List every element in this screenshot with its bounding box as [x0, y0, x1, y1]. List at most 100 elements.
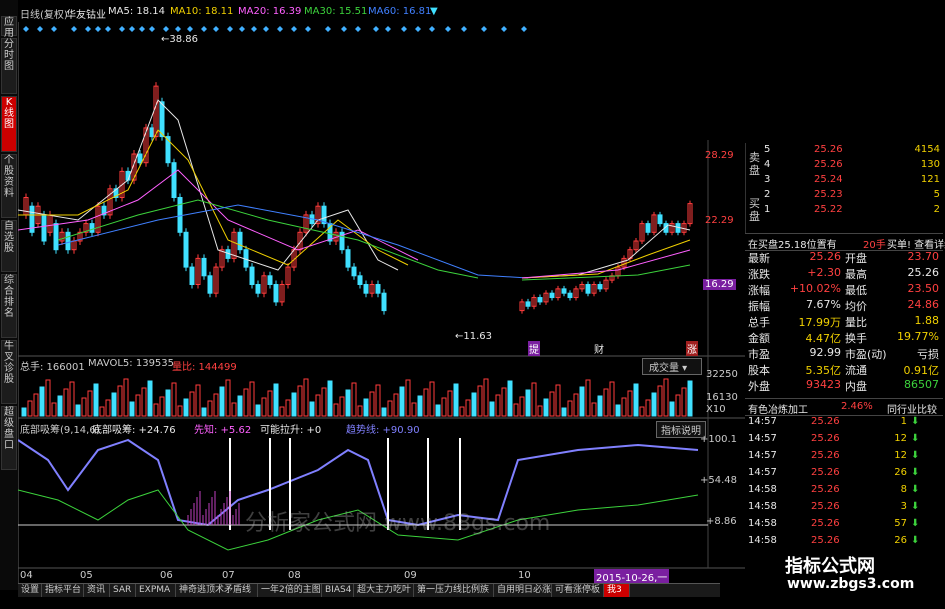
volume-bar — [687, 380, 693, 417]
kline-chart[interactable] — [18, 20, 745, 583]
candle-body — [249, 266, 255, 286]
volume-bar — [459, 406, 465, 417]
sector-compare-button[interactable]: 同行业比较 — [887, 401, 937, 416]
volume-bar — [153, 403, 159, 417]
ma30-value: MA30: 15.51 — [304, 6, 368, 17]
indicator-tab[interactable]: 设置 — [18, 584, 42, 597]
volume-bar — [147, 380, 153, 417]
candle-body — [363, 284, 369, 294]
indicator-tab[interactable]: 我3 — [604, 584, 630, 597]
period-label[interactable]: 日线(复权) — [20, 6, 68, 21]
tick-list[interactable]: 14:57 25.26 1 ⬇ 14:57 25.26 12 ⬇ 14:57 25.26 12 ⬇ 14… — [745, 416, 943, 548]
indicator-tab[interactable]: 神奇逃顶术矛盾线 — [176, 584, 258, 597]
marker-tag[interactable]: 提 — [528, 341, 540, 356]
signal-diamond-icon — [305, 26, 311, 32]
quote-value: +2.30 — [807, 266, 841, 279]
tick-volume: 12 — [894, 433, 907, 444]
signal-diamond-icon — [445, 26, 451, 32]
tab-kline[interactable]: K线图 — [1, 96, 17, 152]
candle-body — [375, 284, 381, 294]
candle-body — [597, 284, 603, 290]
tab-intraday[interactable]: 分时图 — [1, 38, 17, 94]
marker-tag[interactable]: 涨 — [686, 341, 698, 356]
signal-diamond-icon — [23, 26, 29, 32]
volume-bar — [345, 389, 351, 417]
volume-bar — [231, 402, 237, 417]
month-label: 09 — [404, 570, 417, 581]
tab-diagnose[interactable]: 牛叉诊股 — [1, 340, 17, 404]
volume-bar — [621, 397, 627, 417]
volume-tick: 16130 — [706, 392, 738, 403]
indicator-tab[interactable]: EXPMA — [136, 584, 176, 597]
volume-bar — [585, 379, 591, 417]
tab-watchlist[interactable]: 自选股 — [1, 220, 17, 272]
volume-bar — [81, 397, 87, 417]
volume-bar — [63, 388, 69, 417]
indicator-help-button[interactable]: 指标说明 — [656, 421, 706, 438]
volume-dropdown[interactable]: 成交量 ▾ — [642, 358, 703, 375]
indicator-v1: 底部吸筹: +24.76 — [92, 425, 176, 436]
indicator-tab[interactable]: 资讯 — [84, 584, 110, 597]
tick-time: 14:58 — [748, 518, 777, 529]
month-label: 06 — [160, 570, 173, 581]
candle-body — [201, 257, 207, 277]
volume-bar — [513, 403, 519, 417]
volume-bar — [273, 383, 279, 417]
indicator-tab[interactable]: 指标平台 — [42, 584, 84, 597]
quote-label: 均价 — [845, 300, 867, 313]
tab-apps[interactable]: 应用 — [1, 16, 17, 39]
volume-bar — [405, 379, 411, 417]
tab-ranking[interactable]: 综合排名 — [1, 274, 17, 338]
indicator-tab[interactable]: 自用明日必涨 — [494, 584, 552, 597]
indicator-tab[interactable]: 第一压力线比例族 — [414, 584, 494, 597]
down-arrow-icon: ⬇ — [911, 433, 920, 444]
month-label: 05 — [80, 570, 93, 581]
quote-value: 5.35亿 — [805, 364, 842, 377]
signal-diamond-icon — [429, 26, 435, 32]
volume-bar — [573, 393, 579, 417]
volume-bar — [243, 388, 249, 417]
stock-name: 华友钴业 — [66, 10, 106, 21]
order-detail-link[interactable]: 买单! 查看详细 — [887, 236, 945, 251]
volume-bar — [627, 390, 633, 417]
month-label: 08 — [288, 570, 301, 581]
moving-averages — [18, 99, 691, 281]
signal-diamond-icon — [521, 26, 527, 32]
volume-bar — [471, 392, 477, 417]
marker-tag[interactable]: 财 — [594, 341, 604, 356]
indicator-tab[interactable]: SAR — [110, 584, 136, 597]
tick-time: 14:58 — [748, 501, 777, 512]
ma-menu-icon[interactable]: ▼ — [430, 6, 438, 17]
indicator-tab[interactable]: BIAS4 — [322, 584, 354, 597]
tick-volume: 12 — [894, 450, 907, 461]
price-tick: 28.29 — [705, 150, 734, 161]
sector-row: 有色冶炼加工 2.46% 同行业比较 — [745, 398, 943, 416]
candle-body — [549, 292, 555, 299]
indicator-tab[interactable]: 可看涨停板 — [552, 584, 604, 597]
volume-bar — [429, 381, 435, 417]
quote-value: 1.88 — [914, 314, 940, 327]
quote-label: 量比 — [845, 316, 867, 329]
indicator-tick: +100.1 — [700, 434, 738, 445]
volume-bar — [435, 404, 441, 417]
volume-bar — [117, 385, 123, 417]
buy-label: 买盘 — [749, 197, 760, 223]
signal-diamond-icon — [149, 26, 155, 32]
candle-body — [273, 284, 279, 303]
tab-super-level2[interactable]: 超级盘口 — [1, 406, 17, 470]
volume-bar — [639, 406, 645, 417]
indicator-tab[interactable]: 一年2倍的主图 — [258, 584, 322, 597]
tab-stock-info[interactable]: 个股资料 — [1, 154, 17, 218]
tick-time: 14:57 — [748, 450, 777, 461]
volume-bar — [297, 385, 303, 417]
volume-bar — [255, 404, 261, 417]
signal-diamond-icon — [51, 26, 57, 32]
candle-body — [183, 231, 189, 268]
volume-bar — [159, 396, 165, 417]
volume-bar — [381, 407, 387, 417]
indicator-tab[interactable]: 超大主力吃叶 — [354, 584, 414, 597]
volume-bar — [663, 378, 669, 417]
candle-body — [159, 101, 165, 138]
volume-bar — [33, 393, 39, 417]
logo-url: www.zbgs3.com — [787, 576, 915, 592]
